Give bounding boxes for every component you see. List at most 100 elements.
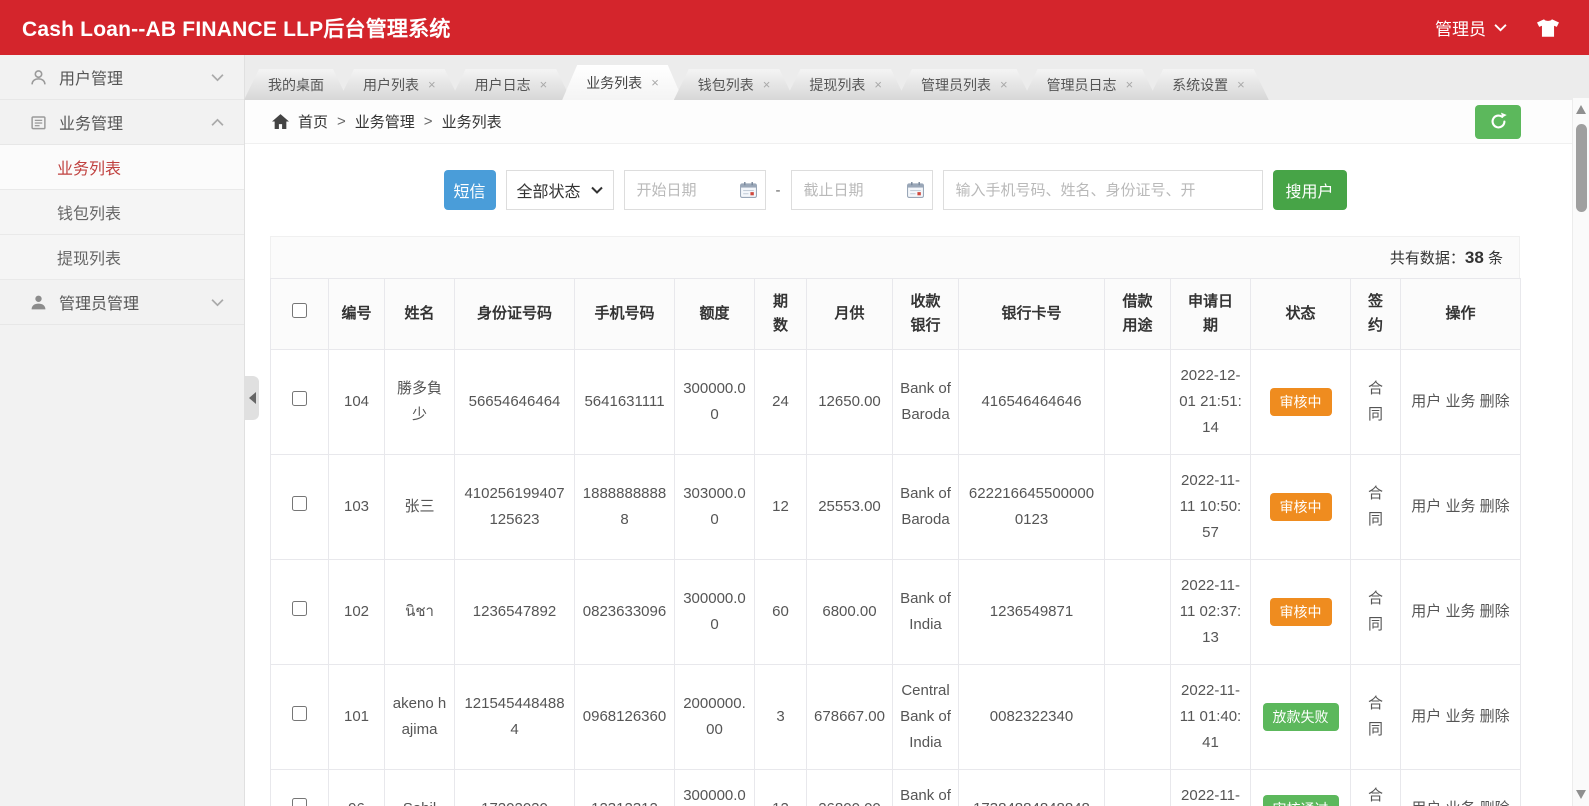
tab-close-icon[interactable]: × [428,78,436,91]
tab-close-icon[interactable]: × [1000,78,1008,91]
tab-钱包列表[interactable]: 钱包列表× [674,69,795,100]
column-header: 操作 [1401,279,1521,350]
breadcrumb-business-list[interactable]: 业务列表 [442,111,502,132]
action-business-link[interactable]: 业务 [1445,603,1475,620]
business-table: 编号姓名身份证号码手机号码额度期数月供收款银行银行卡号借款用途申请日期状态签约操… [270,278,1521,806]
action-business-link[interactable]: 业务 [1445,498,1475,515]
select-all-checkbox[interactable] [292,303,307,318]
calendar-icon[interactable] [907,182,924,198]
action-user-link[interactable]: 用户 [1411,393,1441,410]
chevron-down-icon [211,73,224,82]
cell-apply-date: 2022-11-09 [1171,770,1251,806]
sidebar-item-admin-management[interactable]: 管理员管理 [0,280,244,325]
scrollbar-thumb[interactable] [1576,124,1587,212]
search-user-button[interactable]: 搜用户 [1273,170,1347,210]
tab-close-icon[interactable]: × [540,78,548,91]
calendar-icon[interactable] [740,182,757,198]
tab-我的桌面[interactable]: 我的桌面 [244,69,348,100]
content-panel: 短信 全部状态 - 搜用户 共有数据：38 条 [245,144,1589,806]
sidebar-item-business-list[interactable]: 业务列表 [0,145,244,190]
row-checkbox[interactable] [292,798,307,806]
sidebar-item-withdraw-list[interactable]: 提现列表 [0,235,244,280]
theme-tshirt-icon[interactable] [1537,19,1559,37]
cell-monthly: 26800.00 [807,770,893,806]
action-delete-link[interactable]: 删除 [1480,498,1510,515]
tab-close-icon[interactable]: × [651,76,659,89]
scroll-down-arrow-icon[interactable] [1576,790,1586,799]
tab-close-icon[interactable]: × [1126,78,1134,91]
row-checkbox[interactable] [292,391,307,406]
action-user-link[interactable]: 用户 [1411,498,1441,515]
sidebar-item-user-management[interactable]: 用户管理 [0,55,244,100]
cell-periods: 3 [755,665,807,770]
action-user-link[interactable]: 用户 [1411,603,1441,620]
table-row: 103张三41025619940712562318888888888303000… [271,455,1521,560]
tab-提现列表[interactable]: 提现列表× [785,69,906,100]
cell-name: 勝多負少 [385,350,455,455]
cell-actions: 用户 业务 删除 [1401,350,1521,455]
cell-purpose [1105,770,1171,806]
tab-管理员日志[interactable]: 管理员日志× [1023,69,1158,100]
cell-status: 放款失败 [1251,665,1351,770]
column-header: 编号 [329,279,385,350]
action-user-link[interactable]: 用户 [1411,708,1441,725]
column-header: 手机号码 [575,279,675,350]
sidebar-item-business-management[interactable]: 业务管理 [0,100,244,145]
tab-系统设置[interactable]: 系统设置 × [1148,69,1269,100]
cell-phone: 0968126360 [575,665,675,770]
action-delete-link[interactable]: 删除 [1480,800,1510,806]
sms-button[interactable]: 短信 [444,170,496,210]
status-select[interactable]: 全部状态 [506,170,614,210]
action-delete-link[interactable]: 删除 [1480,603,1510,620]
cell-bank: Bank of India [893,770,959,806]
contract-link[interactable]: 合同 [1367,376,1384,428]
cell-contract: 合同 [1351,350,1401,455]
column-header: 借款用途 [1105,279,1171,350]
status-select-value: 全部状态 [517,178,581,202]
cell-bank: Bank of India [893,560,959,665]
cell-apply-date: 2022-11-11 10:50:57 [1171,455,1251,560]
cell-amount: 300000.00 [675,770,755,806]
sidebar-item-wallet-list[interactable]: 钱包列表 [0,190,244,235]
refresh-button[interactable] [1475,105,1521,139]
row-checkbox[interactable] [292,601,307,616]
action-business-link[interactable]: 业务 [1445,393,1475,410]
tab-bar: 我的桌面用户列表×用户日志×业务列表×钱包列表×提现列表×管理员列表×管理员日志… [245,55,1589,100]
cell-purpose [1105,455,1171,560]
column-header: 姓名 [385,279,455,350]
action-delete-link[interactable]: 删除 [1480,393,1510,410]
sidebar-item-label: 钱包列表 [57,200,121,224]
tab-管理员列表[interactable]: 管理员列表× [897,69,1032,100]
tab-业务列表[interactable]: 业务列表× [562,65,683,100]
row-checkbox[interactable] [292,706,307,721]
cell-monthly: 6800.00 [807,560,893,665]
contract-link[interactable]: 合同 [1367,783,1384,806]
action-business-link[interactable]: 业务 [1445,708,1475,725]
scroll-up-arrow-icon[interactable] [1576,105,1586,114]
cell-amount: 2000000.00 [675,665,755,770]
action-business-link[interactable]: 业务 [1445,800,1475,806]
action-delete-link[interactable]: 删除 [1480,708,1510,725]
tab-close-icon[interactable]: × [1237,78,1245,91]
contract-link[interactable]: 合同 [1367,586,1384,638]
sidebar-collapse-handle[interactable] [245,376,259,420]
user-icon [30,69,47,86]
breadcrumb-business-management[interactable]: 业务管理 [355,111,415,132]
contract-link[interactable]: 合同 [1367,481,1384,533]
tab-用户日志[interactable]: 用户日志× [451,69,572,100]
tab-label: 系统设置 [1172,75,1228,95]
row-checkbox[interactable] [292,496,307,511]
vertical-scrollbar[interactable] [1572,98,1589,806]
keyword-search-input[interactable] [943,170,1263,210]
select-all-cell [271,279,329,350]
tab-用户列表[interactable]: 用户列表× [339,69,460,100]
cell-id: 96 [329,770,385,806]
contract-link[interactable]: 合同 [1367,691,1384,743]
tab-close-icon[interactable]: × [763,78,771,91]
action-user-link[interactable]: 用户 [1411,800,1441,806]
admin-menu[interactable]: 管理员 [1435,15,1507,40]
breadcrumb-home[interactable]: 首页 [298,111,328,132]
data-count-summary: 共有数据：38 条 [270,236,1520,278]
admin-menu-label: 管理员 [1435,15,1486,40]
tab-close-icon[interactable]: × [874,78,882,91]
